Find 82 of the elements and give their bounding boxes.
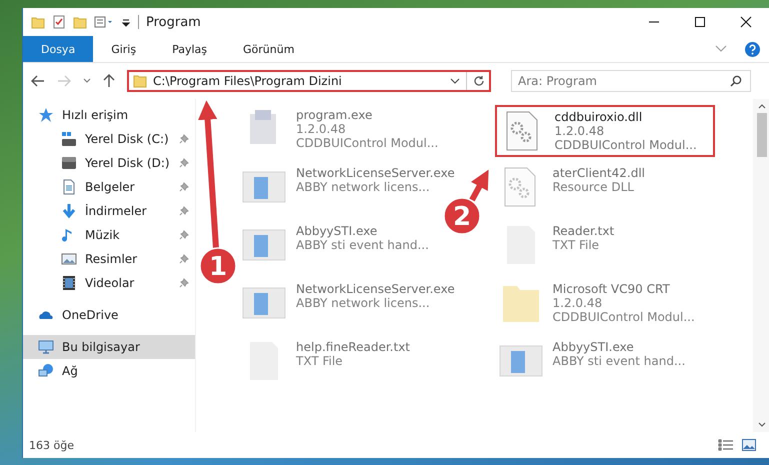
chevron-up-icon[interactable] [758, 103, 766, 109]
search-field[interactable]: Ara: Program [511, 70, 751, 92]
file-item[interactable]: Reader.txt TXT File [494, 221, 714, 269]
sidebar-item[interactable]: Videolar [23, 271, 195, 295]
picture-icon [61, 251, 77, 267]
file-name: AbbyySTI.exe [552, 340, 635, 354]
marker-number: 2 [452, 202, 472, 232]
scrollbar-thumb[interactable] [756, 113, 766, 157]
sidebar-item[interactable]: Ağ [23, 359, 195, 383]
file-detail: Resource DLL [552, 180, 635, 194]
help-icon[interactable] [745, 42, 760, 56]
file-detail: CDDBUIControl Modul... [296, 136, 438, 150]
item-count: 163 öğe [29, 438, 74, 452]
numbered-marker [199, 247, 237, 285]
film-icon [61, 275, 77, 291]
chevron-down-icon[interactable] [758, 422, 766, 428]
file-detail: TXT File [296, 354, 344, 368]
file-item[interactable]: AbbyySTI.exe ABBY sti event hand... [494, 337, 714, 385]
address-bar[interactable]: C:\Program Files\Program Dizini [127, 70, 491, 92]
sidebar-item[interactable]: Yerel Disk (D:) [23, 151, 195, 175]
checklist-icon[interactable] [52, 15, 66, 29]
sidebar-item[interactable]: Belgeler [23, 175, 195, 199]
sidebar-item[interactable]: Hızlı erişim [23, 103, 195, 127]
file-name: Reader.txt [552, 224, 614, 238]
marker-number: 1 [208, 252, 228, 282]
file-name: Microsoft VC90 CRT [552, 282, 671, 296]
star-icon [38, 107, 54, 123]
refresh-icon[interactable] [473, 75, 485, 87]
ribbon-tab[interactable]: Dosya [23, 36, 94, 62]
file-detail: TXT File [552, 238, 600, 252]
ribbon-tab[interactable]: Giriş [93, 36, 154, 62]
numbered-marker [443, 197, 481, 235]
file-name: NetworkLicenseServer.exe [296, 166, 455, 180]
sidebar-item[interactable]: İndirmeler [23, 199, 195, 223]
large-icons-view-icon[interactable] [742, 439, 756, 451]
file-detail: ABBY network licens... [296, 180, 431, 194]
chevron-down-icon[interactable] [450, 78, 460, 84]
file-detail: CDDBUIControl Modul... [552, 310, 695, 324]
drive-icon [61, 155, 77, 171]
chevron-down-icon[interactable] [83, 78, 91, 84]
file-item[interactable]: NetworkLicenseServer.exe ABBY network licens... [238, 279, 459, 327]
maximize-icon[interactable] [694, 16, 706, 28]
file-detail: 1.2.0.48 [554, 124, 606, 138]
file-name: help.fineReader.txt [296, 340, 410, 354]
file-detail: CDDBUIControl Modul... [554, 138, 697, 152]
ribbon-tab[interactable]: Görünüm [225, 36, 312, 62]
file-item[interactable]: aterClient42.dll Resource DLL [494, 163, 714, 211]
document-icon [61, 179, 77, 195]
network-icon [38, 363, 54, 379]
back-arrow-icon[interactable] [31, 75, 45, 87]
up-arrow-icon[interactable] [103, 74, 115, 88]
sidebar-item[interactable]: Müzik [23, 223, 195, 247]
sidebar-item[interactable]: Resimler [23, 247, 195, 271]
file-name: NetworkLicenseServer.exe [296, 282, 455, 296]
file-detail: ABBY sti event hand... [552, 354, 686, 368]
sidebar-item[interactable]: Yerel Disk (C:) [23, 127, 195, 151]
monitor-icon [38, 339, 54, 355]
properties-icon[interactable] [94, 15, 114, 29]
sidebar-item[interactable]: Bu bilgisayar [23, 335, 195, 359]
window-title: Program [146, 14, 201, 30]
scrollbar[interactable] [753, 99, 769, 432]
file-item[interactable]: Microsoft VC90 CRT 1.2.0.48 CDDBUIControl Modul... [494, 279, 714, 327]
sidebar-item[interactable]: OneDrive [23, 303, 195, 327]
close-icon[interactable] [740, 16, 752, 28]
file-name: AbbyySTI.exe [296, 224, 378, 238]
file-item[interactable]: program.exe 1.2.0.48 CDDBUIControl Modul... [238, 105, 458, 153]
search-icon[interactable] [730, 75, 742, 87]
file-item[interactable]: help.fineReader.txt TXT File [238, 337, 458, 385]
file-detail: ABBY sti event hand... [296, 238, 429, 252]
file-name: program.exe [296, 108, 374, 122]
file-detail: ABBY network licens... [296, 296, 431, 310]
annotation-arrow [469, 170, 489, 202]
file-name: aterClient42.dll [552, 166, 645, 180]
folder-icon [133, 74, 147, 88]
file-detail: 1.2.0.48 [296, 122, 347, 136]
drive-icon [61, 131, 77, 147]
ribbon-tab[interactable]: Paylaş [154, 36, 225, 62]
details-view-icon[interactable] [718, 439, 734, 451]
file-name: cddbuiroxio.dll [554, 110, 644, 124]
download-arrow-icon [61, 203, 77, 219]
file-detail: 1.2.0.48 [552, 296, 604, 310]
file-item[interactable]: cddbuiroxio.dll 1.2.0.48 CDDBUIControl Modul... [494, 105, 714, 157]
